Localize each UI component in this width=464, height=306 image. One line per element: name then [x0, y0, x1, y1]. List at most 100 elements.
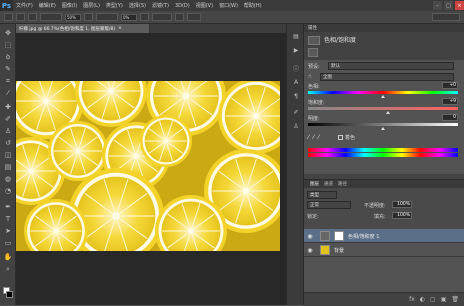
tab-channels[interactable]: 通道 — [322, 181, 335, 188]
aligned-checkbox[interactable] — [175, 13, 184, 21]
menu-file[interactable]: 文件(F) — [13, 2, 36, 9]
fill-input[interactable]: 100% — [392, 212, 412, 219]
healing-tool-icon[interactable]: ✚ — [3, 102, 13, 112]
menu-select[interactable]: 选择(S) — [126, 2, 149, 9]
document-tab-label: 柠檬.jpg @ 66.7%(色相/饱和度 1, 图层蒙版/8) — [19, 26, 116, 32]
airbrush-icon[interactable] — [84, 13, 93, 21]
sample-select[interactable] — [152, 13, 172, 21]
size-field[interactable]: 0% — [121, 13, 137, 21]
menu-type[interactable]: 类型(Y) — [103, 2, 126, 9]
pen-tool-icon[interactable]: ✒ — [3, 202, 13, 212]
opacity-input[interactable]: 100% — [392, 201, 412, 208]
workspace-switcher[interactable] — [432, 13, 460, 21]
blur-tool-icon[interactable]: ◍ — [3, 174, 13, 184]
mode-select[interactable] — [40, 13, 62, 21]
menu-filter[interactable]: 滤镜(T) — [149, 2, 172, 9]
photoshop-logo: Ps — [0, 0, 13, 11]
hue-input[interactable]: +0 — [442, 82, 458, 89]
quick-select-tool-icon[interactable]: ✎ — [3, 64, 13, 74]
mask-icon[interactable] — [308, 48, 318, 57]
mode-select-2[interactable] — [96, 13, 118, 21]
preset-select[interactable]: 默认 — [328, 62, 454, 70]
blend-mode-select[interactable]: 正常 — [307, 201, 351, 209]
brush-preset-picker[interactable] — [16, 13, 25, 21]
menu-window[interactable]: 窗口(W) — [216, 2, 241, 9]
paragraph-panel-icon[interactable]: ¶ — [291, 92, 301, 101]
saturation-slider-handle[interactable] — [385, 111, 390, 114]
lightness-slider-handle[interactable] — [381, 127, 385, 130]
maximize-button[interactable]: □ — [444, 1, 453, 10]
brush-panel-icon[interactable]: ✐ — [291, 108, 301, 117]
character-panel-icon[interactable]: A — [291, 78, 301, 87]
menu-layer[interactable]: 图层(L) — [80, 2, 103, 9]
pressure-icon[interactable] — [140, 13, 149, 21]
move-tool-icon[interactable]: ✥ — [3, 28, 13, 38]
zoom-tool-icon[interactable]: ⌕ — [3, 264, 13, 274]
marquee-tool-icon[interactable]: ⬚ — [3, 40, 13, 50]
hand-tool-icon[interactable]: ✋ — [3, 252, 13, 262]
targeted-adjustment-icon[interactable]: ☝ — [308, 73, 316, 81]
crop-tool-icon[interactable]: ⌗ — [3, 76, 13, 86]
layer-kind-filter[interactable]: 类型 — [307, 191, 337, 199]
dodge-tool-icon[interactable]: ◔ — [3, 186, 13, 196]
info-panel-icon[interactable]: ⓘ — [291, 64, 301, 73]
visibility-eye-icon[interactable]: ◉ — [306, 232, 314, 240]
group-button[interactable]: ▢ — [430, 296, 436, 303]
properties-panel-header[interactable]: 属性 — [304, 24, 464, 32]
fx-button[interactable]: fx — [409, 296, 415, 303]
visibility-eye-icon[interactable]: ◉ — [306, 246, 314, 254]
layer-row-hue-saturation[interactable]: ◉ 色相/饱和度 1 — [304, 229, 464, 243]
history-brush-tool-icon[interactable]: ↺ — [3, 138, 13, 148]
lemon-image[interactable] — [16, 81, 280, 251]
tab-layers[interactable]: 图层 — [308, 181, 321, 188]
saturation-slider-track[interactable] — [308, 107, 458, 110]
menu-3d[interactable]: 3D(D) — [172, 3, 193, 9]
hue-slider-track[interactable] — [308, 91, 458, 94]
menu-help[interactable]: 帮助(H) — [241, 2, 265, 9]
layer-row-background[interactable]: ◉ 背景 — [304, 243, 464, 257]
eraser-tool-icon[interactable]: ◫ — [3, 150, 13, 160]
layer-name[interactable]: 色相/饱和度 1 — [348, 233, 379, 240]
brush-tool-icon[interactable]: ✐ — [3, 114, 13, 124]
eyedropper-icon[interactable]: ⁄ — [308, 134, 309, 141]
clone-stamp-tool-icon[interactable]: ♙ — [3, 126, 13, 136]
clone-source-panel-icon[interactable]: ♙ — [291, 122, 301, 131]
tool-preset-picker[interactable] — [4, 13, 13, 21]
saturation-input[interactable]: +9 — [442, 98, 458, 105]
options-extra[interactable] — [187, 13, 201, 21]
flow-field[interactable]: 50% — [65, 13, 81, 21]
colorize-checkbox[interactable] — [338, 135, 343, 140]
menu-image[interactable]: 图像(I) — [59, 2, 80, 9]
eyedropper-tool-icon[interactable]: ⁄ — [3, 88, 13, 98]
layer-name[interactable]: 背景 — [334, 247, 344, 254]
history-panel-icon[interactable]: ▤ — [291, 32, 301, 41]
channel-select[interactable]: 全图 — [320, 73, 454, 81]
lightness-input[interactable]: 0 — [442, 114, 458, 121]
menu-edit[interactable]: 编辑(E) — [36, 2, 59, 9]
brush-panel-toggle[interactable] — [28, 13, 37, 21]
close-window-button[interactable]: × — [455, 1, 464, 10]
lightness-label: 明度: — [308, 116, 320, 122]
lasso-tool-icon[interactable]: ꝺ — [3, 52, 13, 62]
shape-tool-icon[interactable]: ▭ — [3, 238, 13, 248]
eyedropper-minus-icon[interactable]: ⁄ — [318, 134, 319, 141]
actions-panel-icon[interactable]: ▶ — [291, 46, 301, 55]
type-tool-icon[interactable]: T — [3, 214, 13, 224]
hue-slider-handle[interactable] — [381, 95, 385, 98]
path-select-tool-icon[interactable]: ➤ — [3, 226, 13, 236]
document-close-icon[interactable]: × — [118, 26, 122, 31]
background-color-swatch[interactable] — [6, 291, 13, 298]
mask-thumbnail[interactable] — [334, 231, 344, 241]
tab-paths[interactable]: 路径 — [336, 181, 349, 188]
adjustment-layer-button[interactable]: ◐ — [420, 296, 425, 303]
new-layer-button[interactable]: ▣ — [441, 296, 447, 303]
gradient-tool-icon[interactable]: ▤ — [3, 162, 13, 172]
document-tab[interactable]: 柠檬.jpg @ 66.7%(色相/饱和度 1, 图层蒙版/8) × — [16, 24, 150, 33]
minimize-button[interactable]: – — [433, 1, 442, 10]
delete-layer-button[interactable]: 🗑 — [451, 296, 459, 303]
lemon-slices-picture — [16, 81, 280, 251]
lightness-slider-track[interactable] — [308, 123, 458, 126]
fill-label: 填充: — [374, 214, 386, 220]
menu-view[interactable]: 视图(V) — [193, 2, 216, 9]
eyedropper-plus-icon[interactable]: ⁄ — [313, 134, 314, 141]
